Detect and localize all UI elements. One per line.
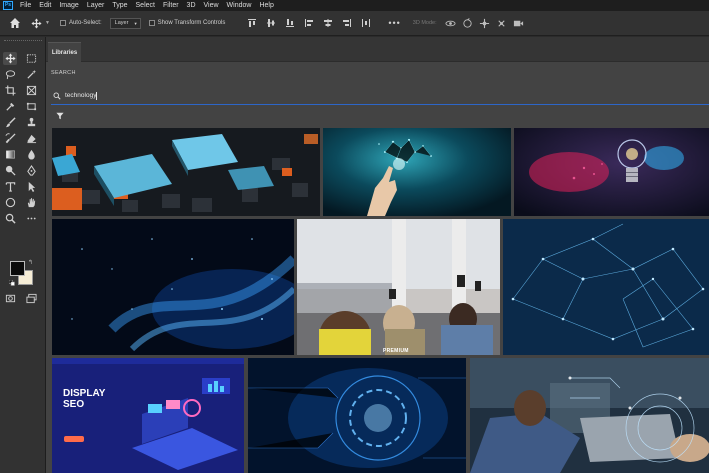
frame-tool-icon[interactable]	[24, 84, 38, 97]
tab-libraries[interactable]: Libraries	[48, 42, 81, 62]
toolbar-grip[interactable]	[4, 40, 42, 43]
distribute-icon[interactable]	[361, 18, 371, 28]
dodge-tool-icon[interactable]	[3, 164, 17, 177]
menu-3d[interactable]: 3D	[187, 0, 196, 11]
app-logo: Ps	[3, 1, 13, 10]
align-right-icon[interactable]	[342, 18, 352, 28]
result-image-chips[interactable]	[52, 128, 320, 216]
type-tool-icon[interactable]	[3, 180, 17, 193]
result-image-business-laptop[interactable]	[470, 358, 709, 473]
eyedropper-icon[interactable]	[3, 100, 17, 113]
auto-select-label: Auto-Select:	[68, 20, 102, 26]
align-middle-icon[interactable]	[266, 18, 276, 28]
screen-mode-icon[interactable]	[24, 292, 38, 305]
search-value: technology	[65, 92, 97, 99]
align-center-icon[interactable]	[323, 18, 333, 28]
eraser-tool-icon[interactable]	[24, 132, 38, 145]
menu-window[interactable]: Window	[227, 0, 252, 11]
more-options-icon[interactable]: •••	[388, 18, 400, 28]
result-image-plexus[interactable]	[503, 219, 709, 355]
orbit-3d-icon[interactable]	[445, 18, 456, 29]
menu-image[interactable]: Image	[59, 0, 78, 11]
text-cursor	[96, 91, 98, 100]
foreground-color-swatch[interactable]	[10, 261, 25, 276]
crop-tool-icon[interactable]	[3, 84, 17, 97]
video-3d-icon[interactable]	[513, 18, 524, 29]
menu-help[interactable]: Help	[259, 0, 273, 11]
hand-tool-icon[interactable]	[24, 196, 38, 209]
menu-bar: Ps File Edit Image Layer Type Select Fil…	[0, 0, 709, 11]
show-transform-checkbox[interactable]	[148, 20, 155, 26]
result-image-lightbulb[interactable]	[514, 128, 709, 216]
align-left-icon[interactable]	[304, 18, 314, 28]
pen-tool-icon[interactable]	[24, 164, 38, 177]
menu-view[interactable]: View	[204, 0, 219, 11]
swap-colors-icon[interactable]: ↰	[28, 260, 34, 266]
pan-3d-icon[interactable]	[479, 18, 490, 29]
menu-type[interactable]: Type	[112, 0, 127, 11]
seo-title-line1: DISPLAY	[63, 388, 106, 399]
chevron-down-icon: ▼	[133, 20, 138, 26]
quick-mask-icon[interactable]	[3, 292, 17, 305]
zoom-tool-icon[interactable]	[3, 212, 17, 225]
auto-select-value: Layer	[114, 20, 129, 26]
gradient-tool-icon[interactable]	[3, 148, 17, 161]
show-transform-label: Show Transform Controls	[157, 20, 226, 26]
options-bar: ▼ Auto-Select: Layer ▼ Show Transform Co…	[0, 11, 709, 36]
blur-tool-icon[interactable]	[24, 148, 38, 161]
auto-select-checkbox[interactable]	[59, 20, 66, 26]
search-input[interactable]: technology	[51, 87, 709, 105]
move-tool-icon[interactable]	[31, 17, 42, 29]
menu-select[interactable]: Select	[136, 0, 155, 11]
more-tools-icon[interactable]	[24, 212, 38, 225]
result-image-display-seo[interactable]: DISPLAY SEO	[52, 358, 244, 473]
slide-3d-icon[interactable]	[496, 18, 507, 29]
menu-filter[interactable]: Filter	[163, 0, 179, 11]
tools-panel: ↰	[0, 37, 46, 473]
result-image-particle-wave[interactable]	[52, 219, 294, 355]
result-image-tech-circle[interactable]	[248, 358, 466, 473]
lasso-tool-icon[interactable]	[3, 68, 17, 81]
align-group	[247, 18, 380, 28]
menu-layer[interactable]: Layer	[87, 0, 105, 11]
menu-file[interactable]: File	[20, 0, 31, 11]
magic-wand-icon[interactable]	[24, 68, 38, 81]
panel-tab-bar: Libraries	[46, 37, 709, 62]
result-image-people-vr[interactable]: PREMIUM	[297, 219, 500, 355]
brush-tool-icon[interactable]	[3, 116, 17, 129]
chevron-down-icon[interactable]: ▼	[45, 20, 50, 26]
result-image-hand-network[interactable]	[323, 128, 511, 216]
stamp-tool-icon[interactable]	[24, 116, 38, 129]
default-colors-icon[interactable]	[9, 280, 15, 286]
home-icon[interactable]	[9, 17, 21, 29]
roll-3d-icon[interactable]	[462, 17, 473, 29]
seo-title: DISPLAY SEO	[63, 388, 105, 410]
premium-badge: PREMIUM	[383, 348, 409, 354]
align-top-icon[interactable]	[247, 18, 257, 28]
auto-select-dropdown[interactable]: Layer ▼	[109, 17, 141, 29]
history-brush-icon[interactable]	[3, 132, 17, 145]
path-select-icon[interactable]	[24, 180, 38, 193]
shape-tool-icon[interactable]	[3, 196, 17, 209]
menu-edit[interactable]: Edit	[39, 0, 51, 11]
mode-3d-label: 3D Mode:	[412, 20, 437, 26]
search-heading: SEARCH	[51, 70, 76, 76]
seo-title-line2: SEO	[63, 399, 85, 410]
frame-select-icon[interactable]	[24, 100, 38, 113]
filter-icon[interactable]	[56, 112, 64, 120]
marquee-tool-icon[interactable]	[24, 52, 38, 65]
move-tool-icon[interactable]	[3, 52, 17, 65]
align-bottom-icon[interactable]	[285, 18, 295, 28]
search-icon	[53, 92, 61, 100]
